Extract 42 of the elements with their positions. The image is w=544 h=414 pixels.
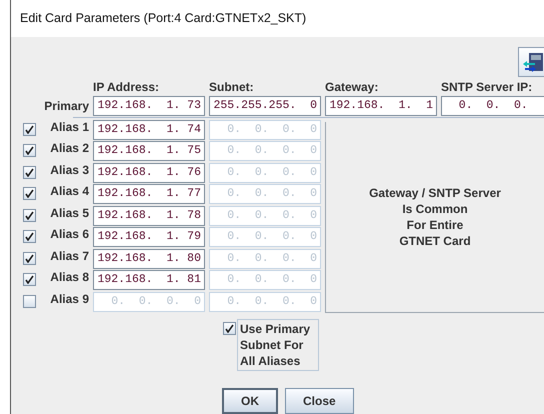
alias-label: Alias 5 (50, 206, 89, 220)
window-title: Edit Card Parameters (Port:4 Card:GTNETx2_SKT) (20, 11, 306, 26)
column-header: IP Address: (93, 80, 160, 96)
checkbox[interactable] (23, 187, 36, 200)
ip-field[interactable]: 0. 0. 0. (441, 96, 544, 116)
alias-label: Alias 3 (50, 162, 89, 176)
ip-field[interactable]: 192.168. 1. 74 (93, 120, 205, 140)
transfer-icon[interactable] (518, 46, 544, 76)
ip-field[interactable]: 192.168. 1. 78 (93, 206, 205, 226)
alias-label: Alias 7 (50, 248, 89, 262)
alias-label: Alias 4 (50, 184, 89, 198)
info-text: Gateway / SNTP Server Is Common For Entire GTNET Card (369, 184, 501, 249)
column-header: Gateway: (325, 80, 380, 96)
row-label: Primary (43, 98, 89, 114)
ip-field[interactable]: 192.168. 1. 73 (93, 96, 205, 116)
ip-field[interactable]: 192.168. 1. 76 (93, 162, 205, 182)
alias-label: Alias 2 (50, 141, 89, 155)
ip-field[interactable]: 192.168. 1. 79 (93, 227, 205, 247)
column-header: SNTP Server IP: (441, 80, 534, 96)
checkbox[interactable] (223, 322, 236, 335)
alias-label: Alias 1 (50, 120, 89, 134)
checkbox[interactable] (23, 208, 36, 222)
checkbox[interactable] (23, 166, 36, 178)
checkbox[interactable] (23, 273, 36, 286)
checkbox[interactable] (23, 230, 36, 243)
checkbox[interactable] (23, 252, 36, 264)
alias-label: Alias 9 (50, 292, 89, 306)
alias-label: Alias 8 (50, 270, 89, 284)
column-header: Subnet: (209, 80, 255, 96)
ip-field[interactable]: 255.255.255. 0 (209, 96, 321, 116)
ip-field[interactable]: 192.168. 1. 81 (93, 270, 205, 290)
alias-label: Alias 6 (50, 227, 89, 241)
checkbox[interactable] (23, 294, 36, 308)
ip-field[interactable]: 192.168. 1. 80 (93, 248, 205, 268)
checkbox[interactable] (23, 144, 36, 157)
checkbox[interactable] (23, 122, 36, 136)
ip-field[interactable]: 192.168. 1. 1 (325, 96, 437, 116)
ip-field[interactable]: 192.168. 1. 75 (93, 141, 205, 161)
ok-button[interactable]: OK (222, 388, 278, 414)
ip-field[interactable]: 192.168. 1. 77 (93, 184, 205, 204)
checkbox-label[interactable]: Use Primary Subnet For All Aliases (237, 319, 319, 371)
close-button[interactable]: Close (285, 388, 354, 414)
